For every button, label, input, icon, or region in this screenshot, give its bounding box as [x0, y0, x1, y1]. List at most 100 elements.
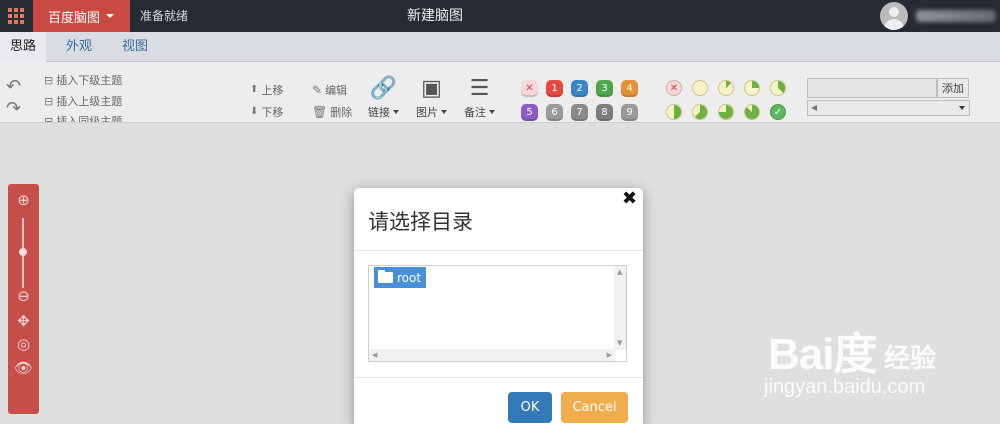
- progress-icon[interactable]: [744, 80, 760, 96]
- close-icon[interactable]: ✖: [622, 188, 637, 209]
- priority-clear-icon[interactable]: ✕: [521, 80, 538, 97]
- move-icon[interactable]: ✥: [14, 311, 33, 330]
- scroll-down-icon[interactable]: ▼: [617, 340, 622, 347]
- select-directory-dialog: ✖ 请选择目录 root ▲ ▼ ◀ ▶ OK Cancel: [354, 188, 643, 424]
- priority-1-icon[interactable]: 1: [546, 80, 563, 97]
- tab-appearance[interactable]: 外观: [56, 32, 102, 62]
- progress-icon[interactable]: [692, 104, 708, 120]
- note-icon: ☰: [469, 76, 490, 101]
- priority-8-icon[interactable]: 8: [596, 104, 613, 121]
- note-button[interactable]: ☰ 备注: [464, 78, 495, 120]
- baidu-jingyan-watermark: Bai度 经验 jingyan.baidu.com: [762, 318, 992, 418]
- cancel-button[interactable]: Cancel: [561, 392, 628, 423]
- zoom-panel: ⊕ ⊖ ✥ ◎ 👁: [8, 184, 39, 414]
- tag-add-button[interactable]: 添加: [937, 78, 969, 98]
- tab-view[interactable]: 视图: [112, 32, 158, 62]
- vertical-scrollbar[interactable]: ▲ ▼: [614, 266, 626, 350]
- caret-down-icon: [106, 14, 115, 18]
- progress-icon[interactable]: [744, 104, 760, 120]
- watermark-logo: Bai度: [768, 330, 877, 379]
- caret-down-icon: [959, 106, 965, 110]
- watermark-url: jingyan.baidu.com: [764, 376, 926, 398]
- priority-2-icon[interactable]: 2: [571, 80, 588, 97]
- edit-icon: ✎: [312, 83, 323, 97]
- insert-child-icon: ⊟: [44, 73, 54, 87]
- edit-label: 编辑: [325, 84, 348, 97]
- progress-icon[interactable]: [692, 80, 708, 96]
- redo-icon: ↷: [6, 98, 22, 119]
- insert-parent-icon: ⊟: [44, 94, 54, 108]
- image-label: 图片: [416, 106, 438, 119]
- delete-label: 删除: [330, 106, 353, 119]
- brand-label: 百度脑图: [48, 10, 101, 26]
- caret-down-icon: [393, 110, 399, 114]
- edit-button[interactable]: ✎ 编辑: [312, 82, 347, 98]
- delete-button[interactable]: 🗑 删除: [312, 104, 352, 120]
- user-avatar[interactable]: [880, 2, 908, 30]
- user-name-blurred[interactable]: [916, 10, 996, 22]
- zoom-in-icon[interactable]: ⊕: [14, 190, 33, 209]
- scroll-left-icon[interactable]: ◀: [372, 352, 377, 359]
- tag-select[interactable]: ◀: [807, 100, 970, 116]
- progress-icon[interactable]: [666, 104, 682, 120]
- directory-tree[interactable]: root ▲ ▼ ◀ ▶: [368, 265, 627, 362]
- insert-sibling-label: 插入同级主题: [56, 115, 123, 123]
- tab-bar: 思路 外观 视图: [0, 32, 1000, 62]
- tab-ideas[interactable]: 思路: [0, 32, 46, 62]
- image-icon: ▣: [421, 76, 442, 101]
- priority-7-icon[interactable]: 7: [571, 104, 588, 121]
- progress-clear-icon[interactable]: ✕: [666, 80, 682, 96]
- link-button[interactable]: 🔗 链接: [368, 78, 399, 120]
- scroll-right-icon[interactable]: ▶: [607, 352, 612, 359]
- insert-child-button[interactable]: ⊟ 插入下级主题: [44, 72, 122, 88]
- divider: [354, 377, 643, 378]
- caret-down-icon: [489, 110, 495, 114]
- link-icon: 🔗: [369, 76, 398, 101]
- tree-node-label: root: [397, 270, 422, 285]
- insert-parent-button[interactable]: ⊟ 插入上级主题: [44, 93, 122, 109]
- redo-button[interactable]: ↷: [6, 100, 21, 118]
- locate-center-icon[interactable]: ◎: [14, 334, 33, 353]
- move-down-button[interactable]: ⬇ 下移: [250, 104, 283, 120]
- zoom-out-icon[interactable]: ⊖: [14, 286, 33, 305]
- trash-icon: 🗑: [312, 105, 328, 119]
- image-button[interactable]: ▣ 图片: [416, 78, 447, 120]
- progress-icon[interactable]: [770, 80, 786, 96]
- eye-icon[interactable]: 👁: [14, 358, 33, 377]
- scroll-left-icon: ◀: [811, 103, 818, 112]
- progress-done-icon[interactable]: ✓: [770, 104, 786, 120]
- apps-grid-button[interactable]: [0, 0, 32, 32]
- note-label: 备注: [464, 106, 486, 119]
- ok-button[interactable]: OK: [508, 392, 552, 423]
- save-status: 准备就绪: [140, 9, 189, 23]
- insert-sibling-icon: ⊟: [44, 114, 54, 123]
- move-up-label: 上移: [261, 84, 284, 97]
- zoom-slider-handle[interactable]: [19, 248, 27, 256]
- caret-down-icon: [441, 110, 447, 114]
- move-down-label: 下移: [261, 106, 284, 119]
- document-title[interactable]: 新建脑图: [407, 0, 463, 32]
- priority-9-icon[interactable]: 9: [621, 104, 638, 121]
- insert-parent-label: 插入上级主题: [56, 95, 123, 108]
- priority-5-icon[interactable]: 5: [521, 104, 538, 121]
- tree-node-root[interactable]: root: [374, 267, 427, 288]
- arrow-up-icon: ⬆: [250, 84, 259, 95]
- dialog-title: 请选择目录: [368, 210, 473, 234]
- scroll-up-icon[interactable]: ▲: [617, 269, 622, 276]
- insert-sibling-button[interactable]: ⊟ 插入同级主题: [44, 113, 123, 123]
- progress-icon[interactable]: [718, 104, 734, 120]
- move-up-button[interactable]: ⬆ 上移: [250, 82, 283, 98]
- priority-4-icon[interactable]: 4: [621, 80, 638, 97]
- priority-3-icon[interactable]: 3: [596, 80, 613, 97]
- priority-6-icon[interactable]: 6: [546, 104, 563, 121]
- undo-button[interactable]: ↶: [6, 78, 21, 96]
- divider: [354, 250, 643, 251]
- horizontal-scrollbar[interactable]: ◀ ▶: [369, 349, 615, 361]
- folder-icon: [378, 270, 393, 283]
- top-bar: 百度脑图 准备就绪 新建脑图: [0, 0, 1000, 32]
- arrow-down-icon: ⬇: [250, 106, 259, 117]
- insert-child-label: 插入下级主题: [56, 74, 123, 87]
- progress-icon[interactable]: [718, 80, 734, 96]
- brand-menu-button[interactable]: 百度脑图: [33, 0, 130, 32]
- tag-input[interactable]: [807, 78, 937, 98]
